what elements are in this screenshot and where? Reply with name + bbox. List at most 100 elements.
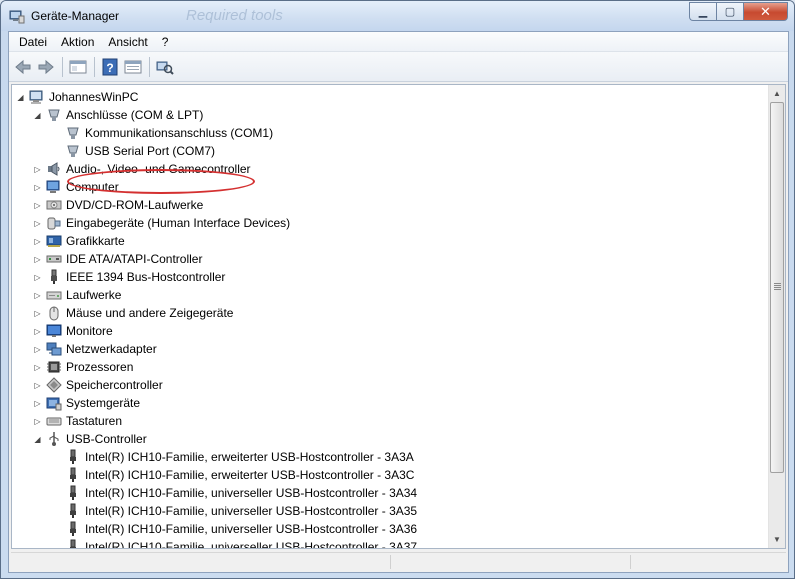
tree-device[interactable]: Intel(R) ICH10-Familie, erweiterter USB-… [52,466,414,484]
tree-category[interactable]: ▷ Systemgeräte [33,394,140,412]
expand-arrow-icon[interactable]: ▷ [33,345,42,354]
title-bar[interactable]: Geräte-Manager Required tools ▁ ▢ ✕ [1,1,794,31]
scan-hardware-icon [156,61,174,75]
tree-category[interactable]: ▷ Prozessoren [33,358,133,376]
tree-node-label: Grafikkarte [66,234,125,248]
tree-node-label: Kommunikationsanschluss (COM1) [85,126,274,140]
client-area: Datei Aktion Ansicht ? ? ◢ JohannesWinPC… [8,31,789,573]
disk-drive-icon [46,291,62,300]
device-tree[interactable]: ◢ JohannesWinPC ◢ Anschlüsse (COM & LPT) K… [11,84,786,549]
tree-category[interactable]: ▷ Netzwerkadapter [33,340,156,358]
expand-arrow-icon[interactable]: ▷ [33,327,42,336]
usb-plug-icon [70,503,76,518]
usb-plug-icon [70,449,76,464]
tree-node-label: Speichercontroller [66,378,163,392]
tree-category[interactable]: ▷ Speichercontroller [33,376,163,394]
tree-node-label: Laufwerke [66,288,122,302]
help-button[interactable]: ? [99,56,121,78]
tree-node-label: Intel(R) ICH10-Familie, erweiterter USB-… [85,468,415,482]
tree-category[interactable]: ◢ Anschlüsse (COM & LPT) [33,106,203,124]
console-tree-icon [124,60,142,73]
menu-datei[interactable]: Datei [12,35,54,49]
scroll-down-arrow-icon[interactable]: ▼ [769,531,785,548]
toolbar: ? [9,52,788,82]
collapse-arrow-icon[interactable]: ◢ [16,93,25,102]
tree-node-label: Eingabegeräte (Human Interface Devices) [66,216,291,230]
expand-arrow-icon[interactable]: ▷ [33,417,42,426]
minimize-button[interactable]: ▁ [689,2,716,21]
port-icon [48,109,60,121]
scroll-up-arrow-icon[interactable]: ▲ [769,85,785,102]
tree-category[interactable]: ▷ DVD/CD-ROM-Laufwerke [33,196,203,214]
tree-category[interactable]: ▷ Audio-, Video- und Gamecontroller [33,160,251,178]
collapse-arrow-icon[interactable]: ◢ [33,111,42,120]
tree-category[interactable]: ▷ Monitore [33,322,112,340]
expand-arrow-icon[interactable]: ▷ [33,255,42,264]
dvd-drive-icon [46,200,62,210]
expand-arrow-icon[interactable]: ▷ [33,381,42,390]
tree-root[interactable]: ◢ JohannesWinPC [16,88,138,106]
tree-category[interactable]: ▷ Mäuse und andere Zeigegeräte [33,304,233,322]
back-arrow-icon [15,59,31,74]
tree-category[interactable]: ▷ Eingabegeräte (Human Interface Devices) [33,214,290,232]
system-device-icon [46,397,62,411]
expand-arrow-icon[interactable]: ▷ [33,165,42,174]
tree-device[interactable]: Kommunikationsanschluss (COM1) [52,124,273,142]
menu-help[interactable]: ? [155,35,176,49]
tree-device[interactable]: Intel(R) ICH10-Familie, universeller USB… [52,502,417,520]
scan-hardware-button[interactable] [154,56,176,78]
tree-category[interactable]: ▷ Grafikkarte [33,232,125,250]
expand-arrow-icon[interactable]: ▷ [33,291,42,300]
expand-arrow-icon[interactable]: ▷ [33,183,42,192]
forward-button[interactable] [35,56,57,78]
status-bar [11,552,786,570]
properties-window-icon [69,60,87,73]
storage-controller-icon [46,377,62,393]
usb-icon [49,432,59,446]
toolbar-separator [62,56,63,77]
tree-device[interactable]: Intel(R) ICH10-Familie, universeller USB… [52,520,417,538]
port-icon [67,127,79,139]
forward-arrow-icon [38,59,54,74]
computer-icon [46,180,60,193]
expand-arrow-icon[interactable]: ▷ [33,219,42,228]
expand-arrow-icon[interactable]: ▷ [33,201,42,210]
collapse-arrow-icon[interactable]: ◢ [33,435,42,444]
expand-arrow-icon[interactable]: ▷ [33,309,42,318]
close-button[interactable]: ✕ [743,2,788,21]
expand-arrow-icon[interactable]: ▷ [33,237,42,246]
scrollbar-thumb[interactable] [770,102,784,473]
maximize-button[interactable]: ▢ [716,2,743,21]
properties-button[interactable] [122,56,144,78]
tree-device[interactable]: Intel(R) ICH10-Familie, universeller USB… [52,484,417,502]
menu-ansicht[interactable]: Ansicht [101,35,154,49]
tree-category[interactable]: ▷ Tastaturen [33,412,122,430]
tree-device[interactable]: USB Serial Port (COM7) [52,142,215,160]
mouse-icon [49,306,59,321]
back-button[interactable] [12,56,34,78]
tree-category[interactable]: ◢ USB-Controller [33,430,147,448]
expand-arrow-icon[interactable]: ▷ [33,399,42,408]
device-manager-icon [9,10,25,24]
vertical-scrollbar[interactable]: ▲ ▼ [768,85,785,548]
menu-aktion[interactable]: Aktion [54,35,101,49]
tree-node-label: Systemgeräte [66,396,141,410]
expand-arrow-icon[interactable]: ▷ [33,273,42,282]
tree-node-label: Audio-, Video- und Gamecontroller [66,162,251,176]
tree-category[interactable]: ▷ IEEE 1394 Bus-Hostcontroller [33,268,225,286]
console-tree-button[interactable] [67,56,89,78]
tree-category[interactable]: ▷ Laufwerke [33,286,121,304]
minimize-icon: ▁ [698,6,708,18]
expand-arrow-icon[interactable]: ▷ [33,363,42,372]
firewire-icon [51,269,57,284]
scrollbar-grip-icon [774,283,781,291]
ide-controller-icon [46,255,62,263]
tree-device[interactable]: Intel(R) ICH10-Familie, universeller USB… [52,538,418,549]
tree-device[interactable]: Intel(R) ICH10-Familie, erweiterter USB-… [52,448,414,466]
tree-category[interactable]: ▷ Computer [33,178,118,196]
tree-node-label: Intel(R) ICH10-Familie, universeller USB… [85,540,418,549]
display-adapter-icon [46,235,62,247]
tree-category[interactable]: ▷ IDE ATA/ATAPI-Controller [33,250,202,268]
